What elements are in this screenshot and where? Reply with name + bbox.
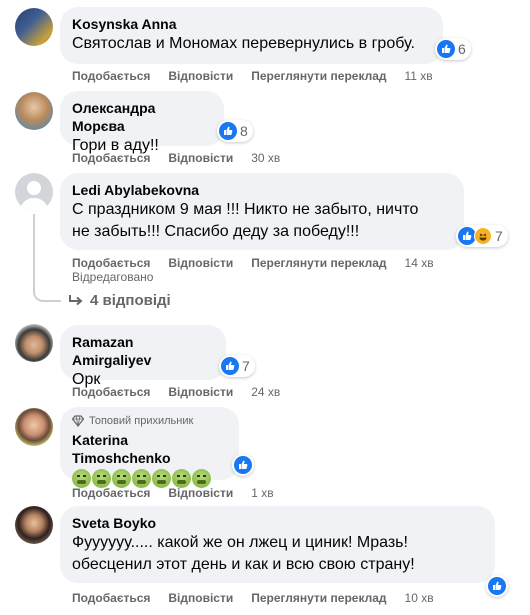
comment-author[interactable]: Sveta Boyko xyxy=(72,514,483,532)
like-button[interactable]: Подобається xyxy=(72,150,150,166)
avatar[interactable] xyxy=(15,506,53,544)
translate-button[interactable]: Переглянути переклад xyxy=(251,255,386,271)
like-button[interactable]: Подобається xyxy=(72,485,150,501)
edited-label: Відредаговано xyxy=(72,270,154,284)
replies-label: 4 відповіді xyxy=(90,292,171,309)
comment-author[interactable]: Ramazan Amirgaliyev xyxy=(72,333,214,369)
comment-bubble: Ledi Abylabekovna С праздником 9 мая !!!… xyxy=(60,173,464,250)
reaction-number: 7 xyxy=(495,228,503,244)
avatar[interactable] xyxy=(15,173,53,211)
reaction-count[interactable]: 6 xyxy=(435,38,471,60)
like-icon xyxy=(219,122,237,140)
comment-text-line: С праздником 9 мая !!! Никто не забыто, … xyxy=(72,201,419,218)
diamond-icon xyxy=(72,415,84,427)
timestamp[interactable]: 24 хв xyxy=(251,384,280,400)
reaction-count[interactable]: 8 xyxy=(217,120,253,142)
avatar[interactable] xyxy=(15,8,53,46)
comment-bubble: Ramazan Amirgaliyev Орк xyxy=(60,325,226,388)
timestamp[interactable]: 1 хв xyxy=(251,485,273,501)
reply-button[interactable]: Відповісти xyxy=(168,384,233,400)
top-fan-badge[interactable]: Топовий прихильник xyxy=(72,414,227,428)
reply-button[interactable]: Відповісти xyxy=(168,68,233,84)
translate-button[interactable]: Переглянути переклад xyxy=(251,68,386,84)
like-icon xyxy=(488,577,506,595)
like-icon xyxy=(221,357,239,375)
like-icon xyxy=(234,456,252,474)
haha-icon xyxy=(474,227,492,245)
comment-bubble: Kosynska Anna Святослав и Мономах переве… xyxy=(60,7,443,64)
comment-actions: Подобається Відповісти Переглянути перек… xyxy=(72,255,434,271)
reply-arrow-icon xyxy=(69,294,83,305)
reaction-count[interactable] xyxy=(232,454,254,476)
comment-text-line: обесценил этот день и как и всю свою стр… xyxy=(72,556,415,573)
avatar[interactable] xyxy=(15,408,53,446)
timestamp[interactable]: 30 хв xyxy=(251,150,280,166)
comment-author[interactable]: Kosynska Anna xyxy=(72,15,431,33)
comment-bubble: Топовий прихильник Katerina Timoshchenko xyxy=(60,407,239,488)
timestamp[interactable]: 14 хв xyxy=(405,255,434,271)
translate-button[interactable]: Переглянути переклад xyxy=(251,590,386,606)
reply-button[interactable]: Відповісти xyxy=(168,590,233,606)
reaction-count[interactable] xyxy=(486,575,508,597)
like-button[interactable]: Подобається xyxy=(72,68,150,84)
avatar[interactable] xyxy=(15,92,53,130)
comment-author[interactable]: Ledi Abylabekovna xyxy=(72,181,452,199)
comment-text-line: Фуууууу..... какой же он лжец и циник! М… xyxy=(72,534,408,551)
comment-author[interactable]: Katerina Timoshchenko xyxy=(72,431,227,467)
like-button[interactable]: Подобається xyxy=(72,255,150,271)
like-button[interactable]: Подобається xyxy=(72,384,150,400)
comment-text: Святослав и Мономах перевернулись в гроб… xyxy=(72,35,415,52)
reaction-count[interactable]: 7 xyxy=(456,225,508,247)
reply-button[interactable]: Відповісти xyxy=(168,485,233,501)
comment-actions: Подобається Відповісти 1 хв xyxy=(72,485,274,501)
comment-actions: Подобається Відповісти 24 хв xyxy=(72,384,280,400)
default-avatar-icon xyxy=(20,181,48,211)
timestamp[interactable]: 10 хв xyxy=(405,590,434,606)
reaction-number: 7 xyxy=(242,358,250,374)
comment-actions: Подобається Відповісти Переглянути перек… xyxy=(72,590,434,606)
like-icon xyxy=(437,40,455,58)
comment-actions: Подобається Відповісти Переглянути перек… xyxy=(72,68,433,84)
reaction-number: 8 xyxy=(240,123,248,139)
timestamp[interactable]: 11 хв xyxy=(405,68,433,84)
reply-button[interactable]: Відповісти xyxy=(168,255,233,271)
comment-bubble: Sveta Boyko Фуууууу..... какой же он лже… xyxy=(60,506,495,583)
comment-author[interactable]: Олександра Морєва xyxy=(72,99,212,135)
reaction-count[interactable]: 7 xyxy=(219,355,255,377)
view-replies-button[interactable]: 4 відповіді xyxy=(68,292,171,309)
avatar[interactable] xyxy=(15,324,53,362)
reaction-number: 6 xyxy=(458,41,466,57)
thread-line xyxy=(33,214,61,302)
reply-button[interactable]: Відповісти xyxy=(168,150,233,166)
like-button[interactable]: Подобається xyxy=(72,590,150,606)
comment-text-line: не забыть!!! Спасибо деду за победу!!! xyxy=(72,223,360,240)
badge-label: Топовий прихильник xyxy=(89,415,194,427)
comment-bubble: Олександра Морєва Гори в аду!! xyxy=(60,91,224,154)
comment-actions: Подобається Відповісти 30 хв xyxy=(72,150,280,166)
